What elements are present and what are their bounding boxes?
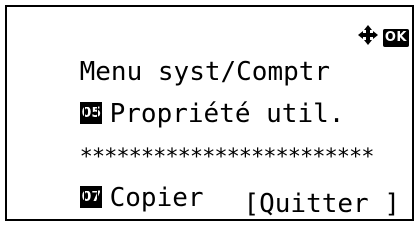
header-row: Menu syst/Comptr OK — [17, 21, 409, 87]
number-key-icon: 07 — [79, 185, 102, 208]
menu-item-user-property[interactable]: 05 Propriété util. — [17, 63, 344, 129]
quit-softkey[interactable]: [Quitter ] — [243, 187, 400, 221]
navigation-hint: OK — [232, 21, 409, 55]
menu-item-masked[interactable]: ************************ — [17, 105, 375, 170]
menu-item-copy[interactable]: 07 Copier — [17, 147, 204, 213]
ok-key-icon: OK — [382, 29, 409, 47]
menu-item-label: Copier — [109, 183, 204, 213]
lcd-panel: Menu syst/Comptr OK 05 Propriété util. **… — [5, 5, 414, 221]
